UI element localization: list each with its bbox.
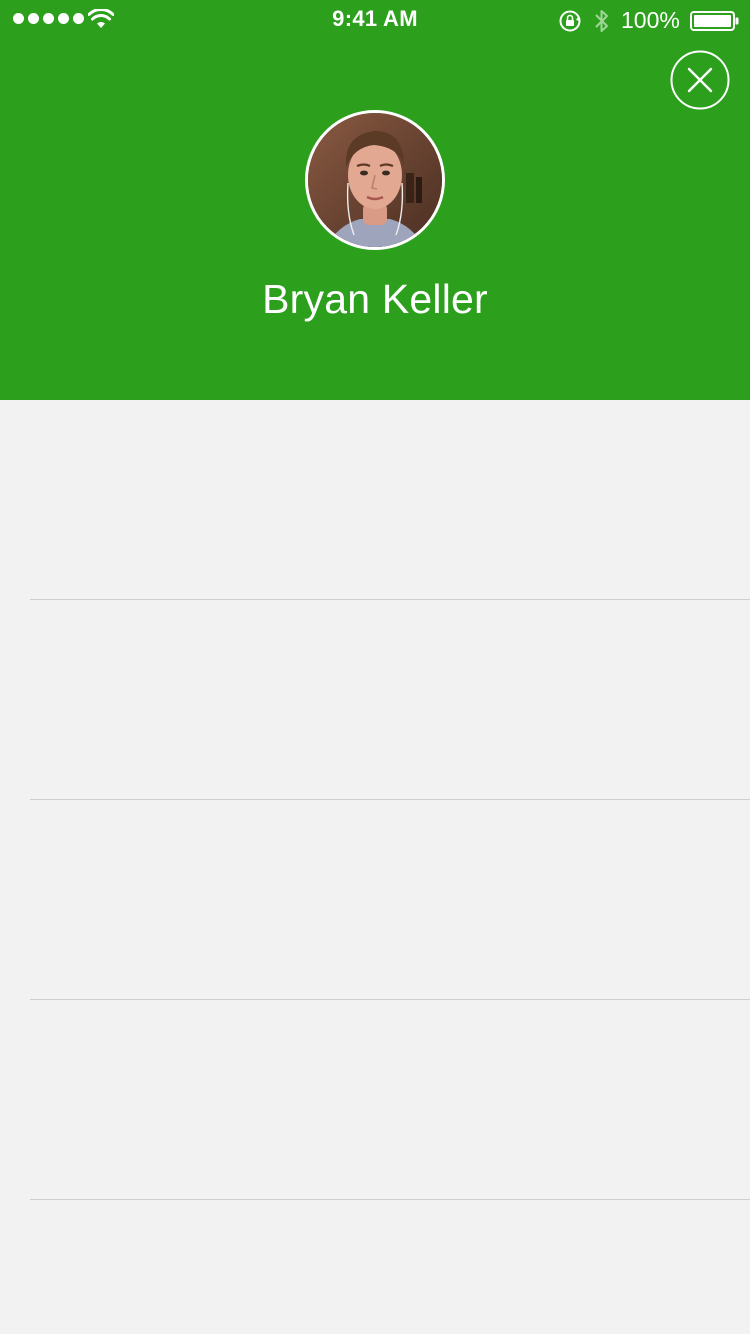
- close-button[interactable]: [670, 50, 730, 110]
- list-item[interactable]: [30, 1000, 750, 1200]
- battery-percent: 100%: [621, 7, 680, 33]
- battery-icon: [690, 11, 739, 31]
- detail-list: [0, 400, 750, 1334]
- profile-screen: 9:41 AM 100% Bryan Keller: [0, 0, 750, 1334]
- close-circle-icon: [670, 50, 730, 110]
- profile-name: Bryan Keller: [262, 276, 488, 322]
- bluetooth-icon: [595, 10, 608, 32]
- list-item[interactable]: [30, 800, 750, 1000]
- list-item[interactable]: [30, 600, 750, 800]
- status-bar: 9:41 AM 100%: [0, 0, 750, 40]
- profile-header: 9:41 AM 100% Bryan Keller: [0, 0, 750, 400]
- avatar[interactable]: [305, 110, 445, 250]
- rotation-lock-icon: [559, 10, 581, 32]
- profile-photo: [308, 113, 442, 247]
- list-item[interactable]: [30, 400, 750, 600]
